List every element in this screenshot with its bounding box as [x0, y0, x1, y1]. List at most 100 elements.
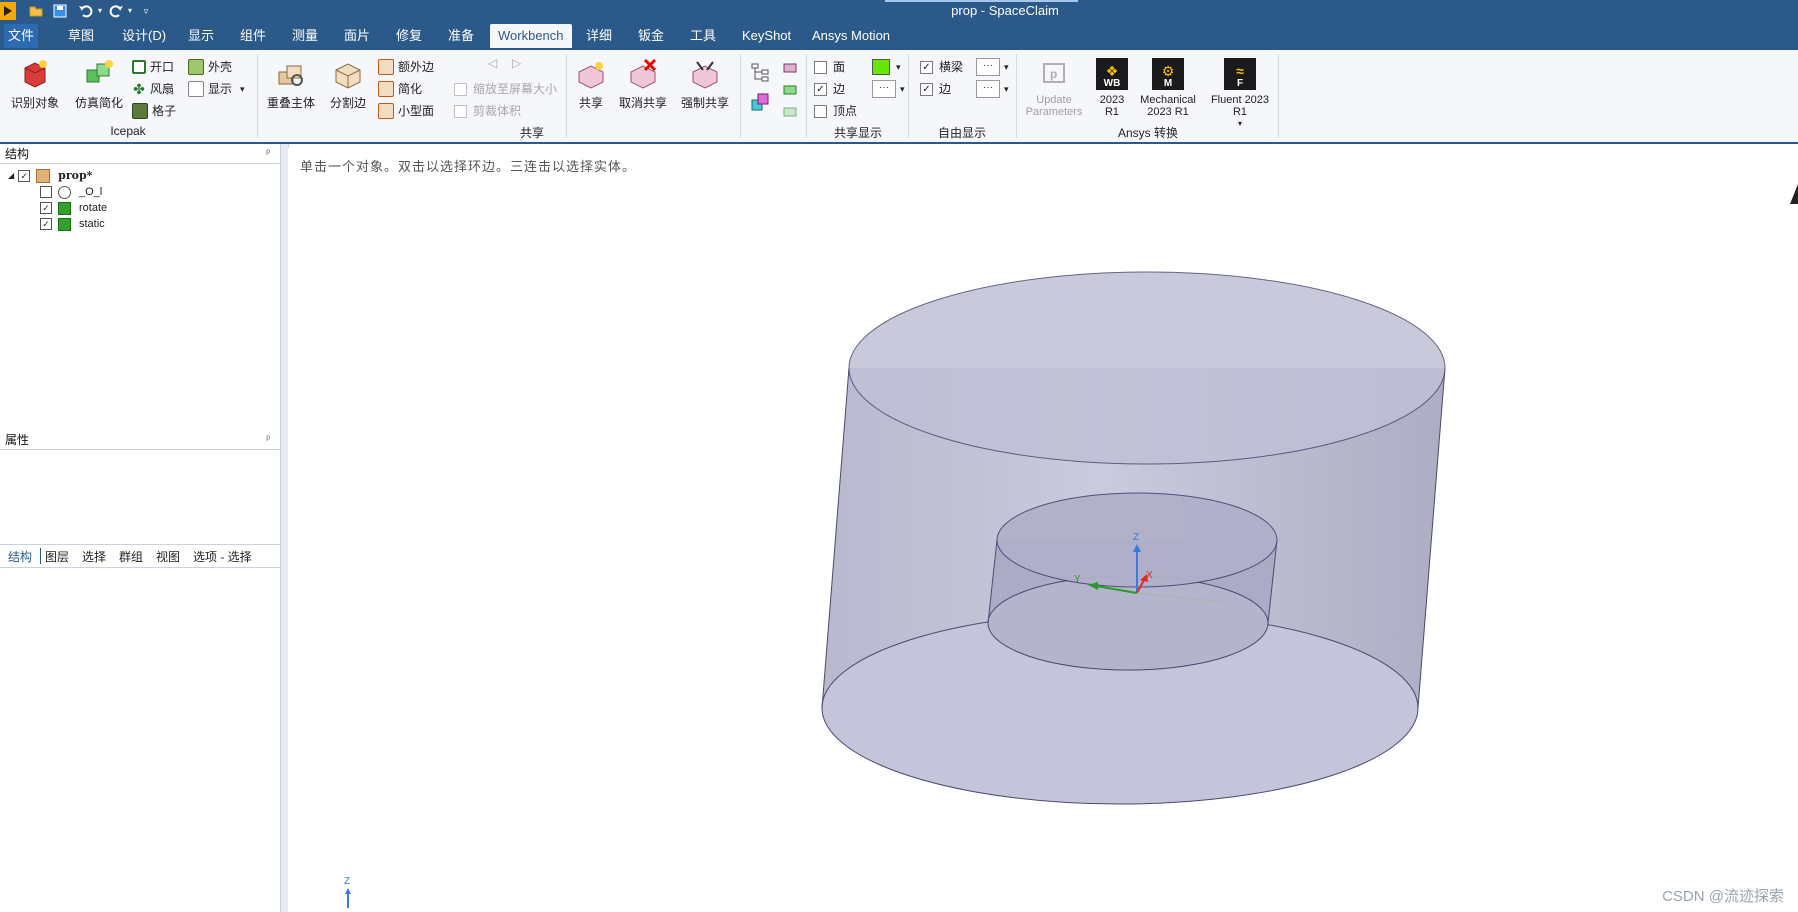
save-icon[interactable] — [52, 3, 68, 19]
clip-checkbox-box — [454, 104, 467, 118]
window-title: prop - SpaceClaim — [951, 3, 1059, 18]
pin-icon[interactable]: ᵖ — [266, 430, 270, 450]
next-arrow-icon[interactable]: ▷ — [512, 54, 521, 72]
tab-tools[interactable]: 工具 — [682, 24, 724, 48]
tab-facets[interactable]: 面片 — [336, 24, 378, 48]
extra-edge-button[interactable]: 额外边 — [378, 58, 434, 76]
fluent-2023-button[interactable]: ≈ F Fluent 2023 R1 ▾ — [1204, 58, 1276, 130]
share-display-face-checkbox[interactable]: 面 — [814, 58, 845, 76]
line-style-icon: ··· — [976, 80, 1000, 98]
tab-selection[interactable]: 选择 — [82, 548, 106, 565]
clip-volume-checkbox[interactable]: 剪裁体积 — [454, 102, 521, 120]
tab-views[interactable]: 视图 — [156, 548, 180, 565]
group-label-icepak: Icepak — [110, 124, 146, 138]
expand-toggle-icon[interactable]: ◢ — [8, 168, 14, 184]
share-display-edge-checkbox[interactable]: ✓ 边 — [814, 80, 845, 98]
outer-cylinder-top[interactable] — [848, 271, 1446, 465]
tab-sheet-metal[interactable]: 钣金 — [630, 24, 672, 48]
tree-root[interactable]: ◢ ✓ prop* — [8, 168, 92, 184]
tab-workbench[interactable]: Workbench — [490, 24, 572, 48]
reference-icon — [58, 185, 71, 199]
checkbox-box: ✓ — [814, 82, 827, 96]
tree-item-checkbox[interactable]: ✓ — [40, 218, 52, 230]
share-small-icon-3[interactable] — [782, 104, 798, 120]
pin-icon[interactable]: ᵖ — [266, 144, 270, 164]
redo-dropdown-icon[interactable]: ▾ — [122, 3, 138, 19]
multi-body-icon[interactable] — [750, 92, 772, 114]
tab-sketch[interactable]: 草图 — [60, 24, 102, 48]
corner-axis-triad: Z — [344, 876, 351, 908]
customize-icon[interactable]: ▿ — [138, 3, 154, 19]
tab-design[interactable]: 设计(D) — [114, 24, 174, 48]
tab-keyshot[interactable]: KeyShot — [734, 24, 799, 48]
overlap-bodies-button[interactable]: 重叠主体 — [264, 58, 318, 111]
sim-simplify-button[interactable]: 仿真简化 — [72, 58, 126, 111]
tab-structure[interactable]: 结构 — [8, 548, 32, 565]
tab-detail[interactable]: 详细 — [578, 24, 620, 48]
spaceclaim-logo-icon[interactable] — [0, 2, 16, 20]
overlap-bodies-icon — [275, 58, 307, 90]
enclosure-button[interactable]: 外壳 — [188, 58, 232, 76]
open-icon[interactable] — [28, 3, 44, 19]
inner-cylinder-bottom[interactable] — [987, 575, 1269, 671]
tree-item-rotate[interactable]: ✓ rotate — [40, 200, 107, 216]
group-label-share-display: 共享显示 — [833, 126, 882, 140]
share-small-icon-2[interactable] — [782, 82, 798, 98]
tab-layers[interactable]: 图层 — [45, 548, 69, 565]
opening-button[interactable]: 开口 — [132, 58, 174, 76]
3d-viewport[interactable]: 单击一个对象。双击以选择环边。三连击以选择实体。 Z X Y Z CSDN @流… — [288, 148, 1798, 912]
tab-display[interactable]: 显示 — [180, 24, 222, 48]
icepak-display-button[interactable]: 显示 ▾ — [188, 80, 245, 98]
identify-objects-button[interactable]: 识别对象 — [8, 58, 62, 111]
tree-item-static[interactable]: ✓ static — [40, 216, 105, 232]
chevron-down-icon: ▾ — [1004, 84, 1009, 94]
title-accent — [885, 0, 1078, 2]
share-display-vertex-checkbox[interactable]: 顶点 — [814, 102, 857, 120]
tree-item-ol[interactable]: _O_l — [40, 184, 102, 200]
tab-prepare[interactable]: 准备 — [440, 24, 482, 48]
tab-repair[interactable]: 修复 — [388, 24, 430, 48]
prev-arrow-icon[interactable]: ◁ — [488, 54, 497, 72]
view-cube-edge-icon[interactable] — [1790, 184, 1798, 204]
tab-options-select[interactable]: 选项 - 选择 — [193, 548, 252, 565]
beam-style-picker[interactable]: ··· ▾ — [976, 58, 1009, 76]
share-small-icon-1[interactable] — [782, 60, 798, 76]
free-display-edge-checkbox[interactable]: ✓ 边 — [920, 80, 951, 98]
free-display-beam-checkbox[interactable]: ✓ 横梁 — [920, 58, 963, 76]
opening-icon — [132, 60, 146, 74]
workbench-2023-button[interactable]: ❖ WB 2023 R1 — [1092, 58, 1132, 118]
split-edge-icon — [332, 58, 364, 90]
left-panel: 结构 ᵖ ◢ ✓ prop* _O_l ✓ rotate ✓ static 结构… — [0, 144, 280, 912]
share-button[interactable]: 共享 — [574, 58, 608, 111]
split-edge-button[interactable]: 分割边 — [326, 58, 370, 111]
group-divider — [806, 54, 807, 138]
fan-button[interactable]: ✤ 风扇 — [132, 80, 174, 98]
tab-assembly[interactable]: 组件 — [232, 24, 274, 48]
share-simplify-button[interactable]: 简化 — [378, 80, 422, 98]
display-icon — [188, 81, 204, 97]
tab-measure[interactable]: 测量 — [284, 24, 326, 48]
line-style-icon: ··· — [872, 80, 896, 98]
face-color-picker[interactable]: ▾ — [872, 58, 901, 76]
tab-groups[interactable]: 群组 — [119, 548, 143, 565]
checkbox-box: ✓ — [920, 82, 933, 96]
tab-file[interactable]: 文件 — [4, 24, 38, 48]
line-style-icon: ··· — [976, 58, 1000, 76]
tree-item-checkbox[interactable]: ✓ — [40, 202, 52, 214]
tree-view-icon[interactable] — [750, 62, 772, 84]
edge-style-picker[interactable]: ··· ▾ — [872, 80, 905, 98]
tab-ansys-motion[interactable]: Ansys Motion — [804, 24, 898, 48]
y-axis-label: Y — [1074, 574, 1081, 585]
grille-button[interactable]: 格子 — [132, 102, 176, 120]
mechanical-2023-button[interactable]: ⚙ M Mechanical 2023 R1 — [1136, 58, 1200, 118]
tree-root-checkbox[interactable]: ✓ — [18, 170, 31, 182]
free-edge-style-picker[interactable]: ··· ▾ — [976, 80, 1009, 98]
model-canvas[interactable]: Z X Y Z — [288, 148, 1798, 912]
shrink-to-screen-checkbox[interactable]: 缩放至屏幕大小 — [454, 80, 557, 98]
unshare-button[interactable]: 取消共享 — [616, 58, 670, 111]
tree-item-checkbox[interactable] — [40, 186, 52, 198]
small-faces-button[interactable]: 小型面 — [378, 102, 434, 120]
undo-dropdown-icon[interactable]: ▾ — [92, 3, 108, 19]
force-share-button[interactable]: 强制共享 — [678, 58, 732, 111]
update-parameters-button[interactable]: p Update Parameters — [1024, 58, 1084, 118]
